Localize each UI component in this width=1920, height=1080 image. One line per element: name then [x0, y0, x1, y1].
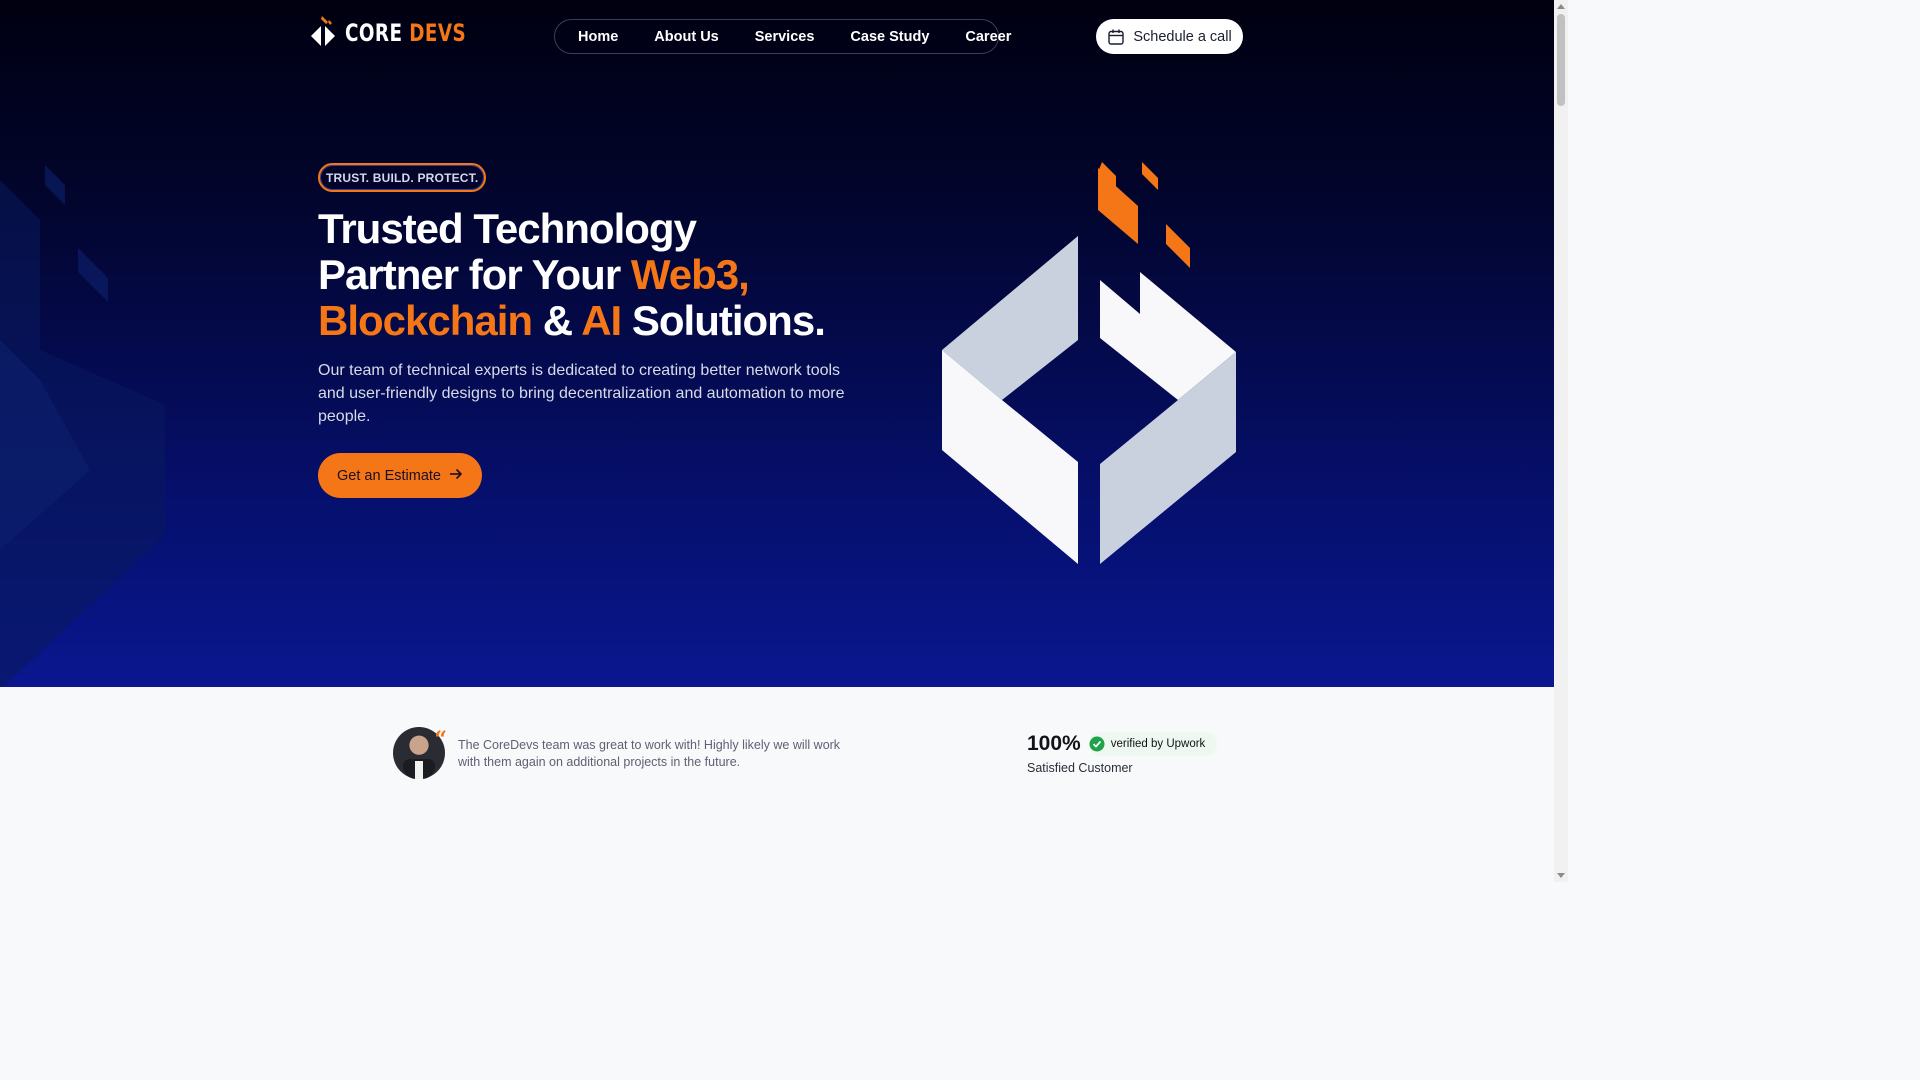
calendar-icon	[1108, 29, 1125, 45]
nav-item-case-study[interactable]: Case Study	[850, 29, 929, 45]
nav-item-services[interactable]: Services	[755, 29, 815, 45]
nav-item-about-us[interactable]: About Us	[654, 29, 718, 45]
satisfaction-stat: 100% verified by Upwork Satisfied Custom…	[1027, 732, 1218, 775]
nav-item-home[interactable]: Home	[578, 29, 618, 45]
hero-headline: Trusted Technology Partner for Your Web3…	[318, 206, 878, 344]
headline-part-4: Solutions.	[621, 297, 826, 344]
schedule-call-button[interactable]: Schedule a call	[1096, 19, 1243, 54]
headline-part-1: Trusted Technology	[318, 205, 697, 252]
hero-description: Our team of technical experts is dedicat…	[318, 362, 845, 425]
get-estimate-button[interactable]: Get an Estimate	[318, 453, 482, 498]
avatar: “	[393, 727, 447, 779]
quote-icon: “	[434, 727, 447, 753]
testimonial-quote: The CoreDevs team was great to work with…	[458, 738, 841, 769]
testimonial: “ The CoreDevs team was great to work wi…	[393, 727, 848, 779]
page-scrollbar[interactable]	[1554, 0, 1568, 882]
logo-text-core: CORE	[345, 19, 403, 47]
get-estimate-label: Get an Estimate	[337, 467, 441, 484]
brand-logo[interactable]: CORE DEVS	[311, 16, 488, 50]
headline-part-2: Partner for Your	[318, 251, 631, 298]
arrow-right-icon	[449, 468, 463, 484]
check-badge-icon	[1089, 736, 1105, 752]
hero-section: CORE DEVS Home About Us Services Case St…	[0, 0, 1554, 687]
headline-part-3: &	[532, 297, 582, 344]
stat-label: Satisfied Customer	[1027, 761, 1133, 775]
hero-tagline-badge: TRUST. BUILD. PROTECT.	[318, 163, 487, 192]
main-nav: Home About Us Services Case Study Career	[554, 19, 1011, 54]
scroll-down-icon[interactable]	[1557, 873, 1565, 878]
headline-accent-ai: AI	[581, 297, 622, 344]
nav-item-career[interactable]: Career	[965, 29, 1011, 45]
brand-emblem-graphic	[942, 162, 1236, 564]
logo-mark-icon	[311, 16, 335, 46]
background-shape	[0, 165, 165, 687]
scroll-thumb[interactable]	[1557, 14, 1565, 106]
verified-badge-label: verified by Upwork	[1110, 738, 1206, 750]
schedule-call-label: Schedule a call	[1133, 28, 1232, 45]
logo-text-devs: DEVS	[409, 19, 467, 47]
headline-accent-blockchain: Blockchain	[318, 297, 533, 344]
scroll-up-icon[interactable]	[1557, 4, 1565, 9]
stat-value: 100%	[1027, 732, 1081, 755]
verified-badge: verified by Upwork	[1088, 732, 1218, 756]
headline-accent-web3: Web3,	[630, 251, 750, 298]
